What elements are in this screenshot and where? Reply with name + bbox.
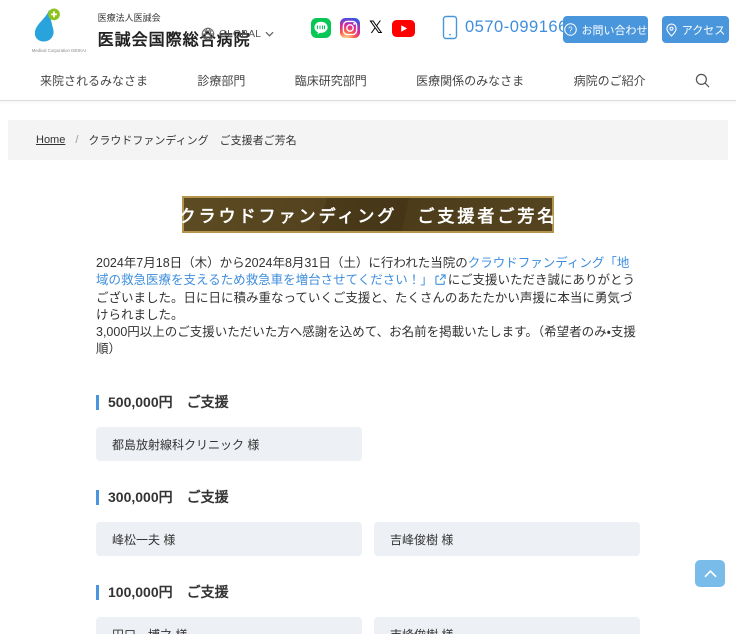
nav-item-clinical-research[interactable]: 臨床研究部門 — [295, 72, 367, 89]
supporter-name-box: 田口 博之 様 — [96, 617, 362, 634]
supporter-name-grid: 峰松一夫 様吉峰俊樹 様 — [96, 522, 640, 556]
chevron-down-icon — [265, 31, 274, 37]
intro-paragraph: 2024年7月18日（木）から2024年8月31日（土）に行われた当院のクラウド… — [96, 255, 640, 358]
page-title: クラウドファンディング ご支援者ご芳名 — [178, 207, 558, 227]
supporter-name-box: 吉峰俊樹 様 — [374, 522, 640, 556]
back-to-top-button[interactable] — [695, 560, 725, 587]
section-heading-text: 100,000円 ご支援 — [108, 584, 229, 600]
breadcrumb: Home / クラウドファンディング ご支援者ご芳名 — [8, 120, 728, 160]
section-heading-text: 300,000円 ご支援 — [108, 489, 229, 505]
supporter-name-box: 吉峰俊樹 様 — [374, 617, 640, 634]
phone-number[interactable]: 0570-099166 — [442, 15, 568, 40]
supporter-name-box: 峰松一夫 様 — [96, 522, 362, 556]
language-selector[interactable]: GLOBAL — [201, 27, 274, 41]
supporter-sections: 500,000円 ご支援都島放射線科クリニック 様 300,000円 ご支援峰松一… — [96, 392, 640, 634]
section-heading: 500,000円 ご支援 — [96, 392, 640, 412]
breadcrumb-separator: / — [75, 134, 79, 146]
section-heading-text: 500,000円 ご支援 — [108, 394, 229, 410]
access-button[interactable]: アクセス — [662, 16, 729, 43]
intro-line2: 3,000円以上のご支援いただいた方へ感謝を込めて、お名前を掲載いたします。（希… — [96, 325, 636, 356]
supporter-name-grid: 田口 博之 様吉峰俊樹 様寺田喜孝 様洛和会ヘルスケアシステム 理事長 矢野裕典… — [96, 617, 640, 634]
location-pin-icon — [666, 22, 677, 37]
x-icon[interactable]: 𝕏 — [369, 18, 383, 38]
instagram-icon[interactable] — [340, 18, 360, 38]
main-content: クラウドファンディング ご支援者ご芳名 2024年7月18日（木）から2024年… — [96, 160, 640, 634]
section-heading: 300,000円 ご支援 — [96, 487, 640, 507]
svg-text:?: ? — [568, 25, 573, 34]
line-icon[interactable] — [311, 18, 331, 38]
logo-caption: Medical Corporation ISEIKAI — [31, 48, 86, 54]
contact-button[interactable]: ? お問い合わせ — [563, 16, 648, 43]
language-selector-label: GLOBAL — [219, 28, 262, 40]
supporter-name-grid: 都島放射線科クリニック 様 — [96, 427, 640, 461]
breadcrumb-current: クラウドファンディング ご支援者ご芳名 — [88, 135, 297, 147]
search-icon[interactable] — [695, 73, 710, 88]
nav-item-visitors[interactable]: 来院されるみなさま — [40, 72, 148, 89]
support-section: 100,000円 ご支援田口 博之 様吉峰俊樹 様寺田喜孝 様洛和会ヘルスケアシ… — [96, 582, 640, 634]
heading-accent-bar — [96, 489, 99, 505]
heading-accent-bar — [96, 584, 99, 600]
youtube-icon[interactable] — [391, 19, 415, 37]
heading-accent-bar — [96, 394, 99, 410]
org-small-label: 医療法人医誠会 — [97, 13, 161, 23]
social-links: 𝕏 — [311, 18, 415, 38]
site-header: Medical Corporation ISEIKAI 医療法人医誠会 医誠会国… — [0, 0, 736, 60]
breadcrumb-home-link[interactable]: Home — [36, 134, 65, 146]
smartphone-icon — [442, 15, 458, 40]
nav-item-departments[interactable]: 診療部門 — [197, 72, 245, 89]
supporter-name-box: 都島放射線科クリニック 様 — [96, 427, 362, 461]
logo-droplet-icon — [34, 8, 60, 42]
chevron-up-icon — [703, 569, 717, 577]
support-section: 500,000円 ご支援都島放射線科クリニック 様 — [96, 392, 640, 461]
phone-number-text: 0570-099166 — [465, 18, 568, 36]
page-title-banner: クラウドファンディング ご支援者ご芳名 — [179, 196, 554, 233]
nav-item-about-hospital[interactable]: 病院のご紹介 — [574, 72, 646, 89]
globe-icon — [201, 27, 215, 41]
main-nav: 来院されるみなさま 診療部門 臨床研究部門 医療関係のみなさま 病院のご紹介 — [0, 60, 736, 101]
support-section: 300,000円 ご支援峰松一夫 様吉峰俊樹 様 — [96, 487, 640, 556]
external-link-icon[interactable] — [435, 273, 446, 290]
question-circle-icon: ? — [563, 23, 577, 36]
nav-item-medical-professionals[interactable]: 医療関係のみなさま — [416, 72, 524, 89]
section-heading: 100,000円 ご支援 — [96, 582, 640, 602]
